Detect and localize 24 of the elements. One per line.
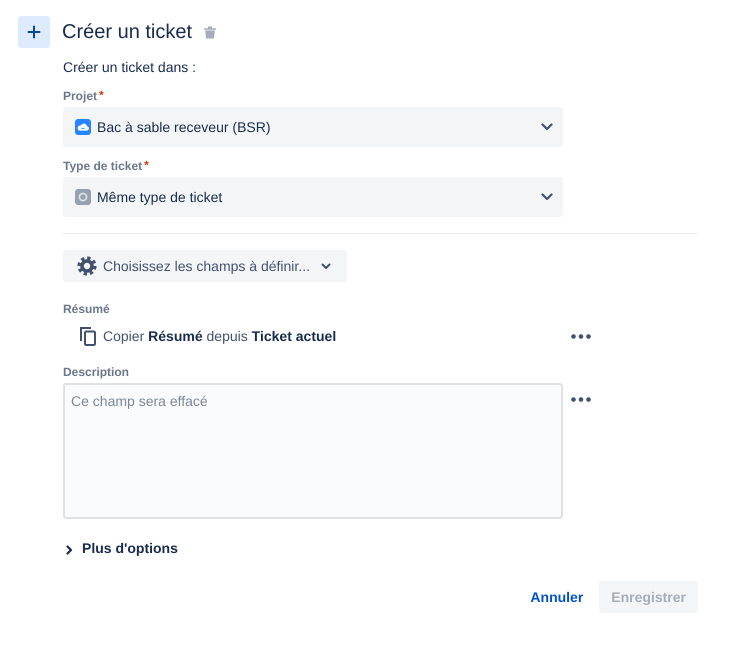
field-label: Description — [63, 364, 130, 380]
dialog-title: Créer un ticket — [62, 20, 192, 44]
more-icon — [571, 334, 591, 338]
cancel-link[interactable]: Annuler — [520, 581, 594, 613]
issue-type-select[interactable]: Même type de ticket — [63, 177, 563, 217]
copy-icon — [80, 326, 96, 346]
field-label: Type de ticket — [63, 158, 142, 174]
field-picker-button[interactable]: Choisissez les champs à définir... — [63, 250, 347, 282]
required-asterisk: * — [99, 88, 104, 102]
cloud-icon — [75, 119, 91, 135]
description-field[interactable]: Ce champ sera effacé — [63, 383, 563, 519]
intro-text: Créer un ticket dans : — [63, 58, 198, 77]
chevron-down-icon — [320, 262, 331, 270]
copy-instruction: Copier Résumé depuis Ticket actuel — [103, 327, 336, 346]
chevron-down-icon — [541, 123, 553, 131]
gear-icon — [77, 256, 97, 276]
project-select[interactable]: Bac à sable receveur (BSR) — [63, 107, 563, 147]
chevron-down-icon — [541, 193, 553, 201]
required-asterisk: * — [144, 158, 149, 172]
plus-icon — [18, 16, 50, 48]
more-icon — [571, 396, 591, 402]
field-label: Projet — [63, 88, 98, 104]
field-label: Résumé — [63, 301, 110, 317]
more-options-toggle[interactable]: Plus d'options — [63, 538, 178, 558]
